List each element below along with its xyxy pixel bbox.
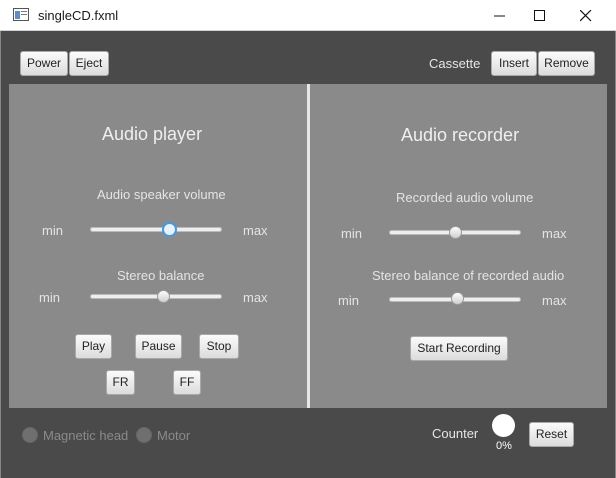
magnetic-head-indicator: [22, 427, 38, 443]
recorded-volume-min-label: min: [341, 226, 362, 241]
eject-button[interactable]: Eject: [69, 51, 109, 76]
panel-divider-line: [307, 84, 310, 408]
speaker-volume-slider-track[interactable]: [90, 227, 222, 232]
power-button[interactable]: Power: [20, 51, 68, 76]
app-icon: [13, 8, 29, 21]
stereo-balance-label: Stereo balance: [117, 268, 205, 283]
window-border-left: [0, 31, 1, 478]
counter-dial: [492, 414, 515, 437]
stereo-balance-slider-track[interactable]: [90, 294, 222, 299]
fast-rewind-button[interactable]: FR: [106, 370, 135, 395]
maximize-icon: [534, 10, 545, 21]
stop-button[interactable]: Stop: [199, 334, 239, 359]
window-title: singleCD.fxml: [38, 8, 119, 23]
speaker-volume-min-label: min: [42, 223, 63, 238]
speaker-volume-label: Audio speaker volume: [97, 187, 226, 202]
pause-button[interactable]: Pause: [135, 334, 182, 359]
speaker-volume-max-label: max: [243, 223, 268, 238]
counter-value: 0%: [496, 440, 512, 452]
insert-button[interactable]: Insert: [491, 51, 537, 76]
recorded-volume-label: Recorded audio volume: [396, 190, 534, 205]
start-recording-button[interactable]: Start Recording: [410, 336, 508, 361]
audio-recorder-title: Audio recorder: [401, 125, 520, 145]
magnetic-head-label: Magnetic head: [43, 428, 129, 443]
counter-label: Counter: [432, 426, 479, 441]
cassette-label: Cassette: [429, 56, 481, 71]
motor-indicator: [136, 427, 152, 443]
title-bar: singleCD.fxml: [0, 0, 616, 31]
recorded-volume-slider-thumb[interactable]: [448, 226, 462, 239]
recorded-volume-max-label: max: [542, 226, 567, 241]
motor-label: Motor: [157, 428, 191, 443]
close-icon: [580, 10, 592, 22]
minimize-icon: [494, 15, 505, 17]
remove-button[interactable]: Remove: [538, 51, 595, 76]
recorded-balance-label: Stereo balance of recorded audio: [372, 268, 565, 283]
audio-player-title: Audio player: [102, 124, 203, 144]
fast-forward-button[interactable]: FF: [173, 370, 201, 395]
play-button[interactable]: Play: [75, 334, 112, 359]
close-button[interactable]: [563, 0, 609, 31]
recorded-balance-min-label: min: [338, 293, 359, 308]
stereo-balance-min-label: min: [39, 290, 60, 305]
reset-button[interactable]: Reset: [529, 422, 574, 447]
recorded-balance-max-label: max: [542, 293, 567, 308]
maximize-button[interactable]: [517, 0, 563, 31]
stereo-balance-max-label: max: [243, 290, 268, 305]
speaker-volume-slider-thumb[interactable]: [161, 222, 177, 237]
